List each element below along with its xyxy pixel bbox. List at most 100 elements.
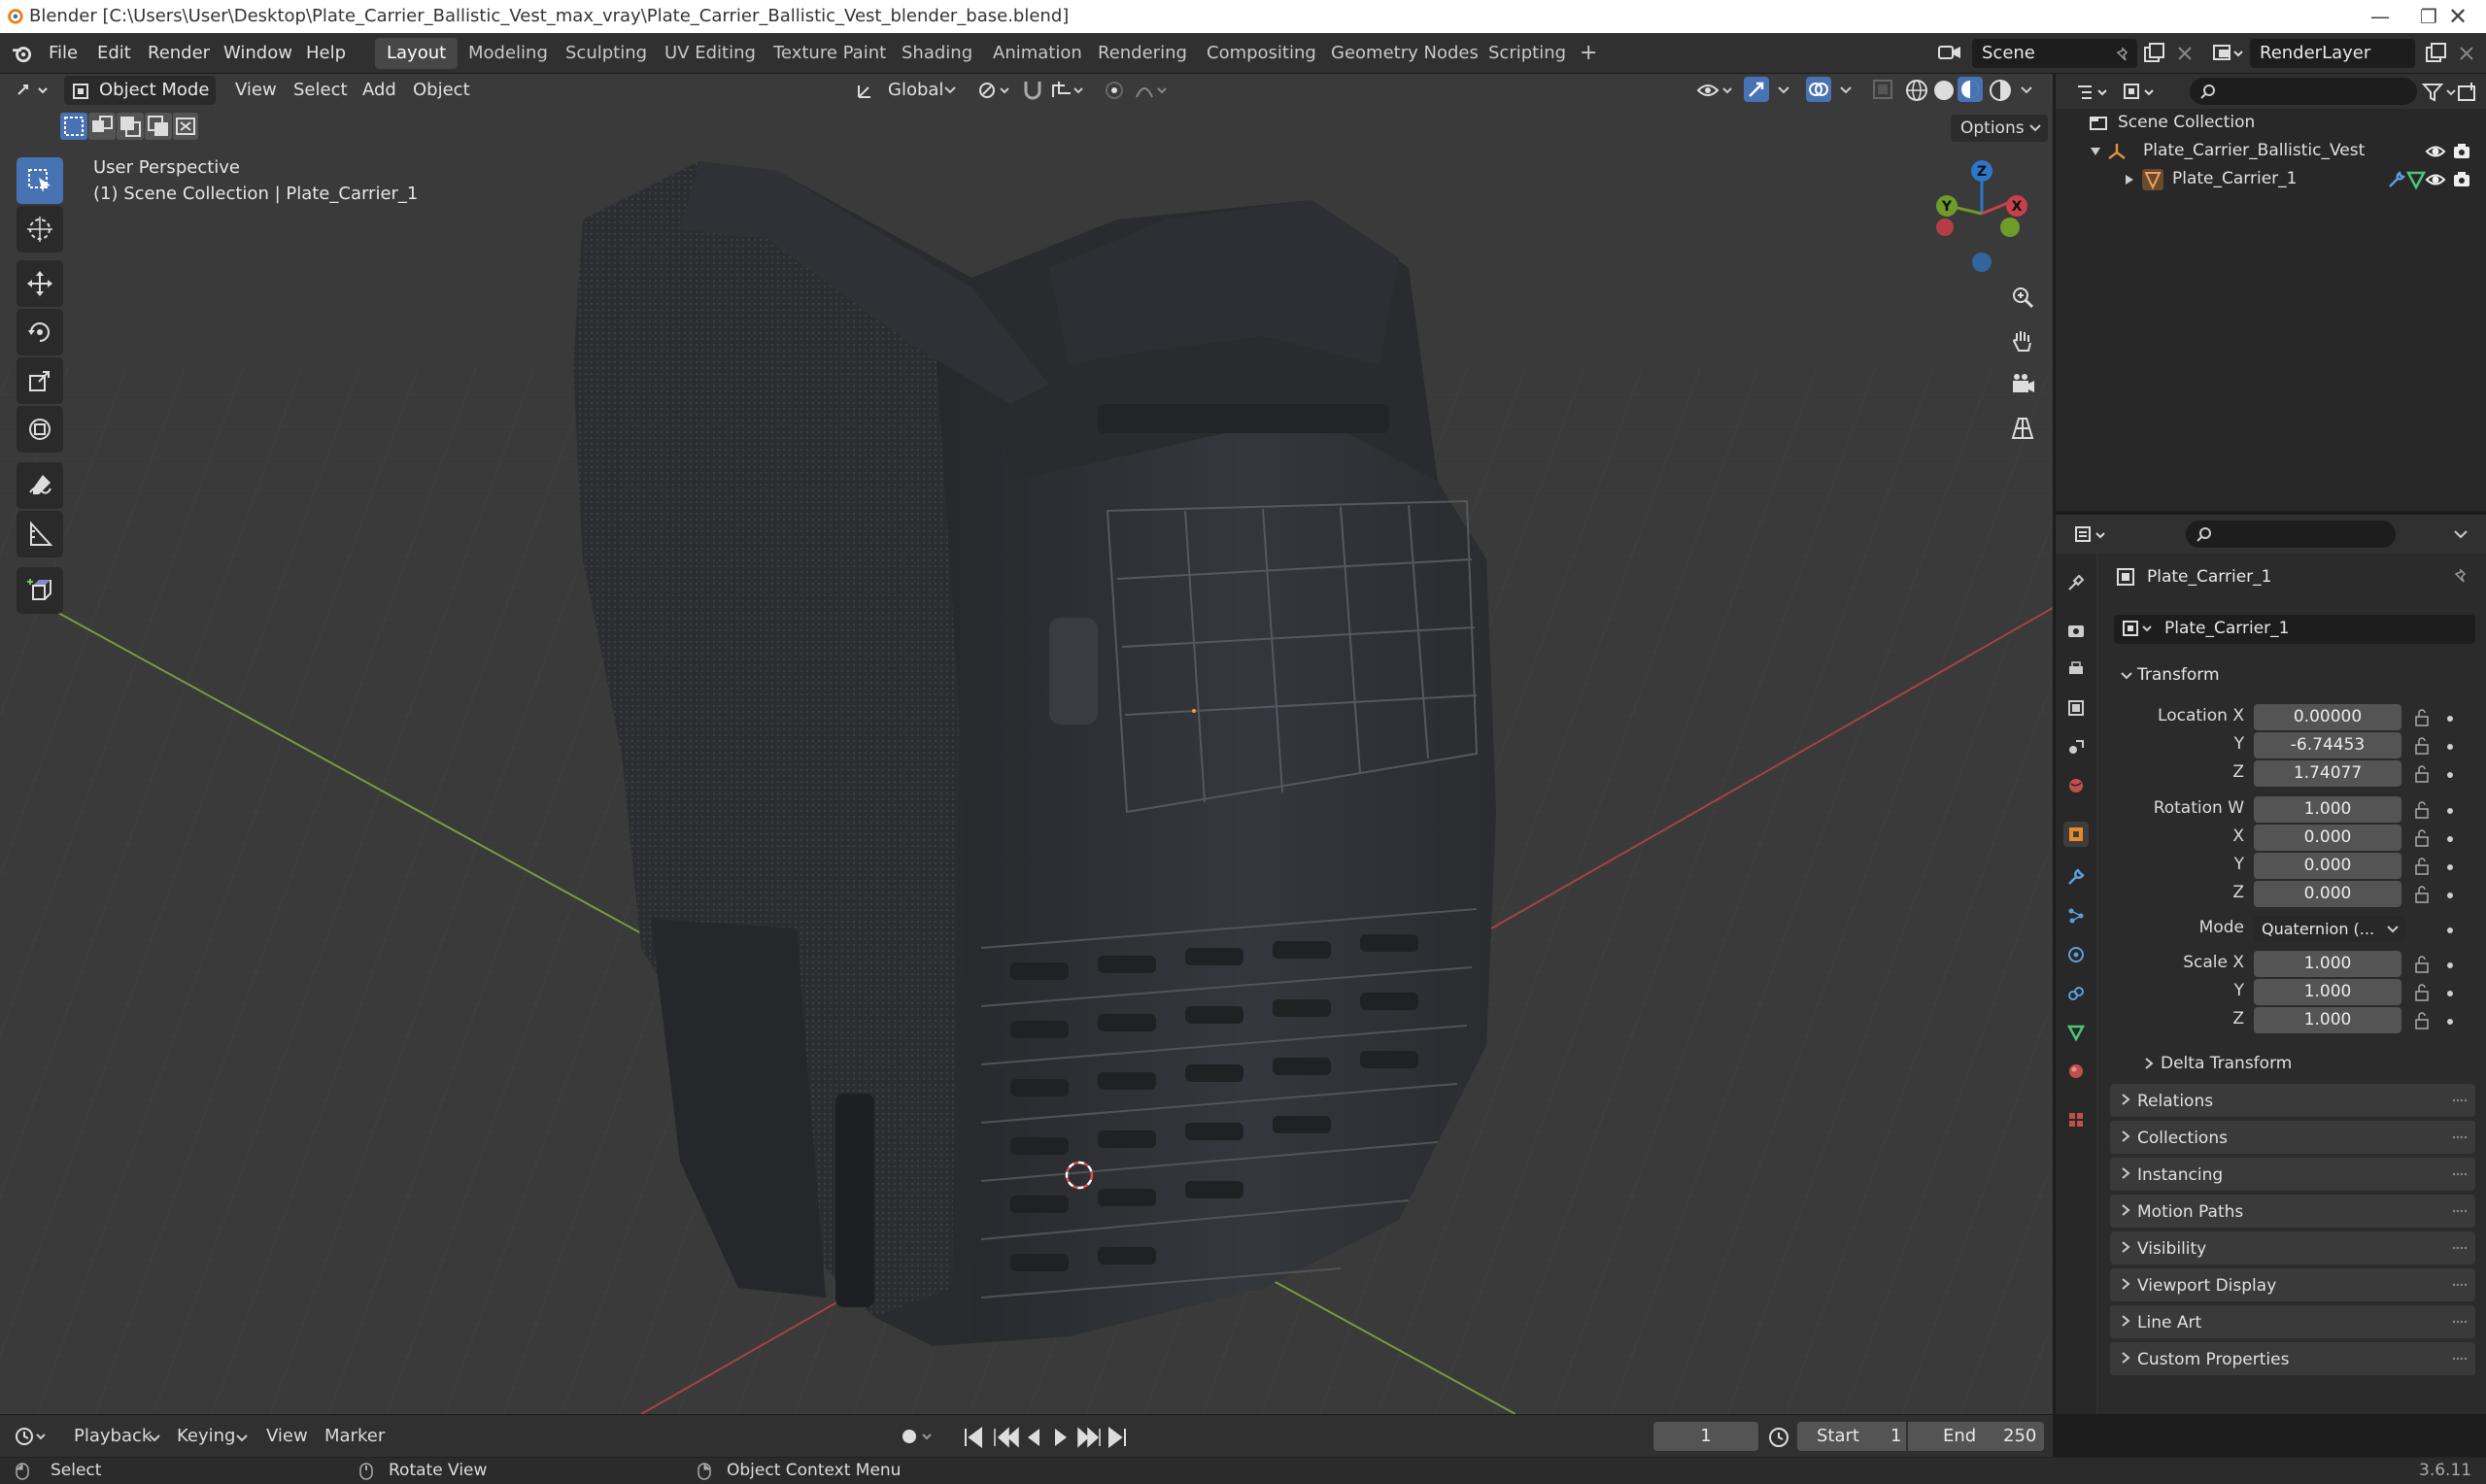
tab-texture-paint[interactable]: Texture Paint bbox=[762, 38, 898, 69]
new-view-layer-icon[interactable] bbox=[2425, 43, 2448, 64]
keyframe-dot[interactable] bbox=[2447, 808, 2453, 814]
tab-particles[interactable] bbox=[2063, 903, 2089, 928]
timeline-menu-marker[interactable]: Marker bbox=[324, 1426, 385, 1446]
render-camera-icon[interactable] bbox=[2452, 170, 2471, 189]
drag-grip-icon[interactable] bbox=[2452, 1356, 2468, 1362]
outliner-row-scene-collection[interactable]: Scene Collection bbox=[2056, 109, 2486, 137]
keyframe-dot[interactable] bbox=[2447, 928, 2453, 933]
material-preview-shading-icon[interactable] bbox=[1957, 76, 1984, 103]
scene-name-field[interactable]: Scene bbox=[1972, 39, 2137, 68]
rendered-shading-icon[interactable] bbox=[1988, 78, 2013, 103]
clock-icon[interactable] bbox=[1766, 1425, 1791, 1450]
gizmo-toggle-icon[interactable] bbox=[1743, 76, 1770, 103]
snap-target-icon[interactable] bbox=[1049, 78, 1088, 103]
rotation-z-field[interactable]: 0.000 bbox=[2254, 881, 2401, 907]
start-frame-field[interactable]: Start 1 bbox=[1797, 1422, 1906, 1451]
pivot-point-icon[interactable] bbox=[975, 78, 1014, 103]
properties-search-input[interactable] bbox=[2186, 521, 2396, 548]
lock-icon[interactable] bbox=[2413, 709, 2431, 726]
new-collection-icon[interactable] bbox=[2456, 81, 2479, 104]
snap-toggle-icon[interactable] bbox=[1020, 78, 1045, 103]
cursor-tool[interactable] bbox=[17, 206, 63, 253]
tab-tool[interactable] bbox=[2063, 570, 2089, 595]
viewport-menu-object[interactable]: Object bbox=[413, 80, 470, 100]
transform-panel-header[interactable]: Transform bbox=[2114, 660, 2475, 691]
timeline-editor-type-icon[interactable] bbox=[14, 1425, 52, 1448]
lock-icon[interactable] bbox=[2413, 801, 2431, 819]
panel-relations[interactable]: Relations bbox=[2110, 1084, 2475, 1117]
tab-scripting[interactable]: Scripting bbox=[1477, 38, 1578, 69]
plate-carrier-model[interactable] bbox=[573, 161, 1496, 1346]
tab-compositing[interactable]: Compositing bbox=[1195, 38, 1328, 69]
wireframe-shading-icon[interactable] bbox=[1904, 78, 1929, 103]
camera-view-button[interactable] bbox=[2003, 365, 2042, 404]
current-frame-field[interactable]: 1 bbox=[1653, 1422, 1758, 1451]
menu-render[interactable]: Render bbox=[148, 43, 210, 63]
editor-type-icon[interactable] bbox=[16, 80, 54, 101]
scale-z-field[interactable]: 1.000 bbox=[2254, 1007, 2401, 1033]
scale-x-field[interactable]: 1.000 bbox=[2254, 951, 2401, 977]
annotate-tool[interactable] bbox=[17, 462, 63, 509]
lock-icon[interactable] bbox=[2413, 956, 2431, 973]
visibility-selectability-icon[interactable] bbox=[1694, 78, 1737, 103]
drag-grip-icon[interactable] bbox=[2452, 1319, 2468, 1325]
lock-icon[interactable] bbox=[2413, 1012, 2431, 1029]
xray-toggle-icon[interactable] bbox=[1871, 78, 1894, 101]
pin-icon[interactable] bbox=[2114, 47, 2131, 64]
tab-sculpting[interactable]: Sculpting bbox=[554, 38, 659, 69]
proportional-falloff-icon[interactable] bbox=[1133, 78, 1172, 103]
tab-material[interactable] bbox=[2063, 1059, 2089, 1084]
add-workspace-button[interactable]: + bbox=[1568, 38, 1609, 69]
rotation-mode-dropdown[interactable]: Quaternion (... bbox=[2254, 916, 2405, 942]
lock-icon[interactable] bbox=[2413, 984, 2431, 1001]
tab-animation[interactable]: Animation bbox=[981, 38, 1094, 69]
tab-object[interactable] bbox=[2063, 822, 2089, 847]
object-name-field[interactable]: Plate_Carrier_1 bbox=[2114, 615, 2475, 644]
outliner-editor-type-icon[interactable] bbox=[2075, 82, 2114, 103]
chevron-down-icon[interactable] bbox=[2452, 526, 2469, 542]
expand-right-icon[interactable] bbox=[2124, 173, 2135, 186]
rotation-w-field[interactable]: 1.000 bbox=[2254, 796, 2401, 823]
blender-menu-icon[interactable] bbox=[12, 43, 33, 64]
tab-data[interactable] bbox=[2063, 1020, 2089, 1045]
tab-modeling[interactable]: Modeling bbox=[457, 38, 560, 69]
viewport-menu-select[interactable]: Select bbox=[293, 80, 348, 100]
tab-modifiers[interactable] bbox=[2063, 864, 2089, 890]
close-icon[interactable]: ✕ bbox=[2429, 2, 2486, 31]
delete-scene-icon[interactable] bbox=[2176, 45, 2194, 62]
select-mode-buttons[interactable] bbox=[60, 113, 198, 140]
tab-render[interactable] bbox=[2063, 618, 2089, 643]
shading-dropdown-icon[interactable] bbox=[2019, 84, 2034, 97]
rotation-y-field[interactable]: 0.000 bbox=[2254, 853, 2401, 879]
panel-visibility[interactable]: Visibility bbox=[2110, 1231, 2475, 1265]
orientation-dropdown[interactable]: Global bbox=[888, 80, 943, 100]
keyframe-dot[interactable] bbox=[2447, 772, 2453, 778]
delete-view-layer-icon[interactable] bbox=[2458, 45, 2475, 62]
timeline-menu-playback[interactable]: Playback bbox=[74, 1426, 152, 1446]
tab-geometry-nodes[interactable]: Geometry Nodes bbox=[1319, 38, 1490, 69]
wrench-modifier-icon[interactable] bbox=[2386, 169, 2407, 190]
delta-transform-subpanel[interactable]: Delta Transform bbox=[2133, 1049, 2475, 1078]
panel-motion-paths[interactable]: Motion Paths bbox=[2110, 1195, 2475, 1228]
tab-texture[interactable] bbox=[2063, 1107, 2089, 1132]
drag-grip-icon[interactable] bbox=[2452, 1208, 2468, 1214]
panel-custom-properties[interactable]: Custom Properties bbox=[2110, 1342, 2475, 1375]
perspective-toggle-button[interactable] bbox=[2003, 409, 2042, 448]
outliner-search-input[interactable] bbox=[2190, 78, 2417, 105]
panel-viewport-display[interactable]: Viewport Display bbox=[2110, 1268, 2475, 1301]
outliner-row-plate-carrier[interactable]: Plate_Carrier_1 bbox=[2056, 165, 2486, 193]
lock-icon[interactable] bbox=[2413, 765, 2431, 783]
timeline-menu-view[interactable]: View bbox=[266, 1426, 308, 1446]
properties-editor-type-icon[interactable] bbox=[2073, 524, 2112, 546]
viewport-menu-add[interactable]: Add bbox=[362, 80, 396, 100]
lock-icon[interactable] bbox=[2413, 829, 2431, 847]
options-dropdown[interactable]: Options bbox=[1951, 115, 2048, 142]
select-box-tool[interactable] bbox=[17, 157, 63, 204]
keyframe-dot[interactable] bbox=[2447, 962, 2453, 968]
tab-output[interactable] bbox=[2063, 657, 2089, 682]
scale-tool[interactable] bbox=[17, 357, 63, 404]
drag-grip-icon[interactable] bbox=[2452, 1282, 2468, 1288]
display-mode-icon[interactable] bbox=[2122, 82, 2161, 103]
panel-collections[interactable]: Collections bbox=[2110, 1121, 2475, 1154]
3d-viewport[interactable] bbox=[0, 74, 2053, 1414]
